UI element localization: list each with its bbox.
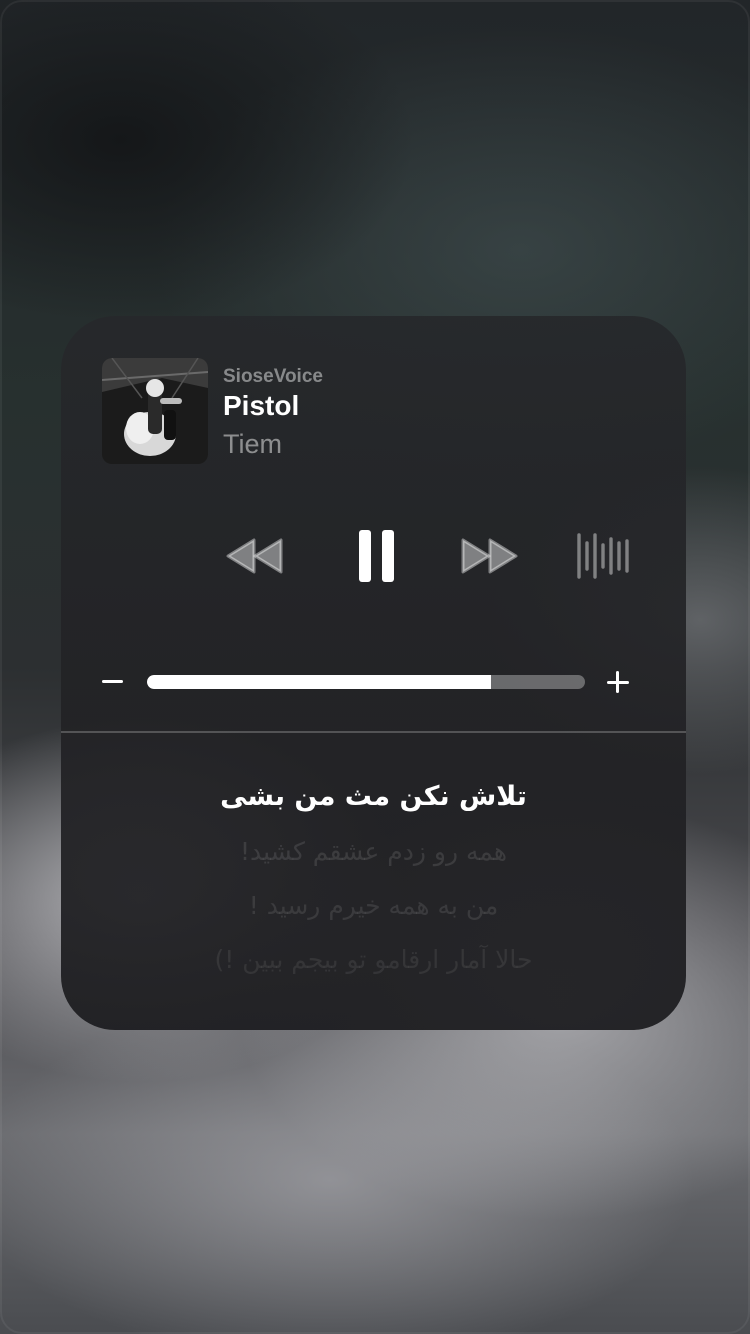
track-title: Pistol [223, 390, 300, 421]
now-playing-card: SioseVoice Pistol Tiem تلاش نکن مث من بش… [61, 316, 686, 1030]
lyrics-panel[interactable]: تلاش نکن مث من بشی همه رو زدم عشقم کشید!… [61, 733, 686, 1030]
audio-output-icon [577, 533, 629, 579]
rewind-icon [226, 538, 283, 574]
lyric-line[interactable]: من به همه خیرم رسید ! [61, 891, 686, 920]
pause-button[interactable] [347, 522, 407, 590]
artist-name[interactable]: Tiem [223, 429, 282, 460]
volume-slider-fill [147, 675, 491, 689]
pause-icon [359, 530, 394, 582]
lyric-line[interactable]: حالا آمار ارقامو تو بیجم ببین !) [61, 945, 686, 974]
volume-slider[interactable] [147, 675, 585, 689]
volume-down-icon[interactable] [99, 662, 129, 692]
source-label: SioseVoice [223, 366, 323, 387]
artwork-image [102, 358, 208, 464]
volume-up-icon[interactable] [603, 667, 633, 697]
album-artwork[interactable] [102, 358, 208, 464]
player-section: SioseVoice Pistol Tiem [61, 316, 686, 732]
audio-output-button[interactable] [573, 528, 633, 584]
lyric-line-current[interactable]: تلاش نکن مث من بشی [61, 781, 686, 812]
lyric-line[interactable]: همه رو زدم عشقم کشید! [61, 837, 686, 866]
rewind-button[interactable] [223, 526, 287, 586]
fast-forward-button[interactable] [457, 526, 521, 586]
fast-forward-icon [461, 538, 518, 574]
